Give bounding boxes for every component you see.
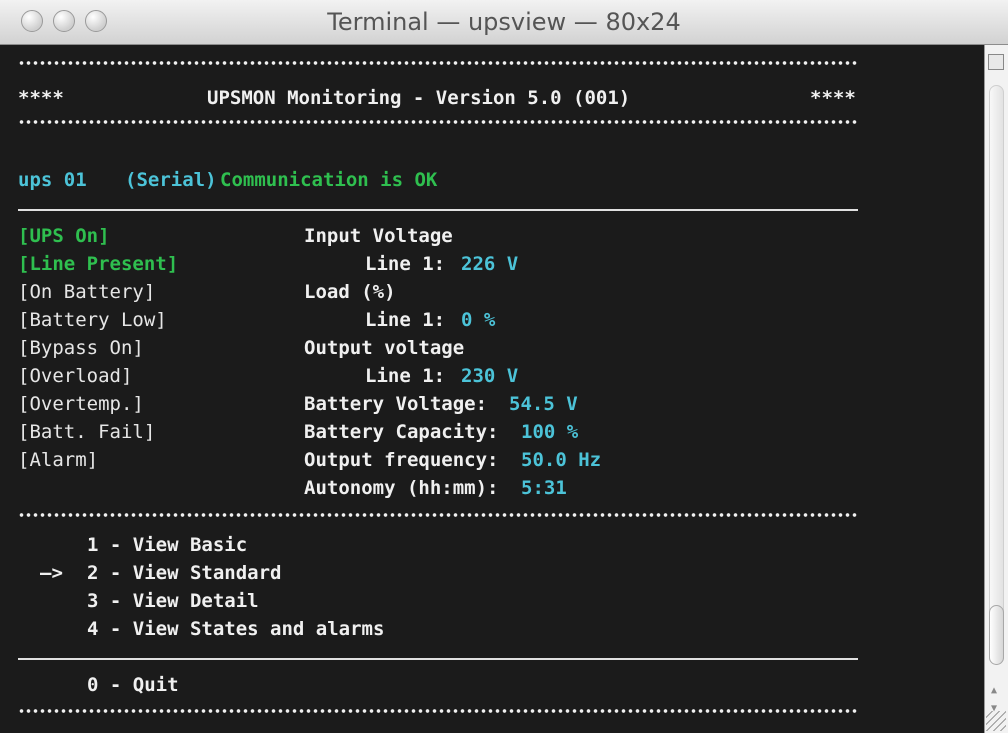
input-voltage-label: Input Voltage xyxy=(304,225,453,247)
split-pane-icon[interactable] xyxy=(988,54,1004,70)
state-alarm: [Alarm] xyxy=(18,449,99,471)
menu-item-view-basic[interactable]: 1 - View Basic xyxy=(87,531,247,559)
resize-grip-icon[interactable] xyxy=(986,711,1006,731)
menu-item-view-detail[interactable]: 3 - View Detail xyxy=(87,587,259,615)
output-line1-value: 230 V xyxy=(461,365,519,387)
state-overload: [Overload] xyxy=(18,365,133,387)
menu-item-quit[interactable]: 0 - Quit xyxy=(87,671,179,699)
header-title: UPSMON Monitoring - Version 5.0 (001) xyxy=(207,87,631,109)
menu-item-view-standard[interactable]: 2 - View Standard xyxy=(87,559,281,587)
state-batt-fail: [Batt. Fail] xyxy=(18,421,156,443)
load-label: Load (%) xyxy=(304,281,396,303)
state-battery-low: [Battery Low] xyxy=(18,309,167,331)
star-divider xyxy=(18,511,858,519)
terminal-window: Terminal — upsview — 80x24 **** UPSMON M… xyxy=(0,0,1008,733)
battery-capacity-value: 100 % xyxy=(521,421,579,443)
state-overtemp: [Overtemp.] xyxy=(18,393,144,415)
output-line1-label: Line 1: xyxy=(365,365,446,387)
title-bar: Terminal — upsview — 80x24 xyxy=(0,0,1008,45)
state-bypass-on: [Bypass On] xyxy=(18,337,144,359)
header-left-marks: **** xyxy=(18,87,64,109)
output-frequency-value: 50.0 Hz xyxy=(521,449,602,471)
input-line1-label: Line 1: xyxy=(365,253,446,275)
scrollbar-thumb[interactable] xyxy=(989,605,1004,665)
autonomy-value: 5:31 xyxy=(521,477,567,499)
connection-mode: (Serial) xyxy=(125,169,217,191)
input-line1-value: 226 V xyxy=(461,253,519,275)
communication-status: Communication is OK xyxy=(220,169,438,191)
load-line1-value: 0 % xyxy=(461,309,496,331)
divider-line xyxy=(18,658,858,660)
divider-line xyxy=(18,209,858,211)
ups-id: ups 01 xyxy=(18,169,87,191)
state-line-present: [Line Present] xyxy=(18,253,179,275)
vertical-scrollbar[interactable]: ▲ ▼ xyxy=(984,45,1008,733)
terminal-content[interactable]: **** UPSMON Monitoring - Version 5.0 (00… xyxy=(0,45,984,733)
star-divider xyxy=(18,707,858,715)
menu-item-view-states[interactable]: 4 - View States and alarms xyxy=(87,615,384,643)
header-right-marks: **** xyxy=(810,87,856,109)
scrollbar-track[interactable] xyxy=(989,85,1004,665)
battery-capacity-label: Battery Capacity: xyxy=(304,421,499,443)
star-divider xyxy=(18,118,858,126)
battery-voltage-label: Battery Voltage: xyxy=(304,393,488,415)
scroll-up-arrow-icon[interactable]: ▲ xyxy=(991,685,997,696)
output-voltage-label: Output voltage xyxy=(304,337,465,359)
battery-voltage-value: 54.5 V xyxy=(509,393,578,415)
window-title: Terminal — upsview — 80x24 xyxy=(327,8,681,36)
state-on-battery: [On Battery] xyxy=(18,281,156,303)
autonomy-label: Autonomy (hh:mm): xyxy=(304,477,499,499)
state-ups-on: [UPS On] xyxy=(18,225,110,247)
output-frequency-label: Output frequency: xyxy=(304,449,499,471)
load-line1-label: Line 1: xyxy=(365,309,446,331)
star-divider xyxy=(18,59,858,67)
menu-selection-arrow: —> xyxy=(40,562,63,584)
